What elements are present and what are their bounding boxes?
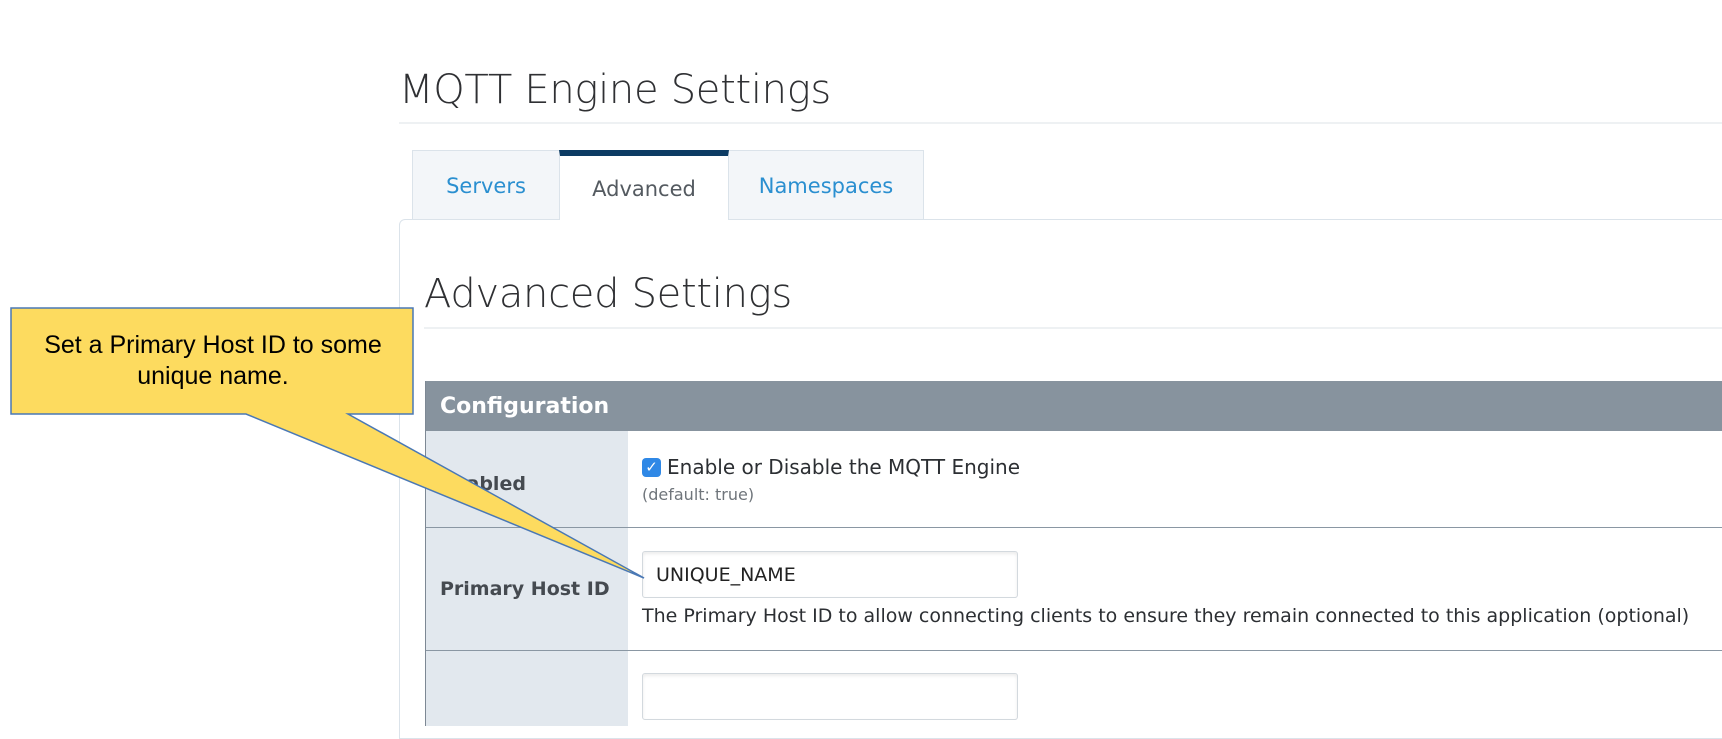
section-divider <box>424 327 1722 329</box>
tab-servers[interactable]: Servers <box>412 150 560 220</box>
enabled-checkbox-label[interactable]: Enable or Disable the MQTT Engine <box>667 455 1020 479</box>
title-divider <box>399 122 1722 124</box>
tab-namespaces[interactable]: Namespaces <box>728 150 924 220</box>
next-setting-row <box>426 651 1722 726</box>
primary-host-id-help-text: The Primary Host ID to allow connecting … <box>642 605 1690 627</box>
callout-text: Set a Primary Host ID to some unique nam… <box>44 331 382 390</box>
configuration-table: Configuration Enabled ✓ Enable or Disabl… <box>425 381 1722 726</box>
tab-advanced[interactable]: Advanced <box>559 150 729 220</box>
primary-host-id-row: Primary Host ID The Primary Host ID to a… <box>426 528 1722 651</box>
enabled-checkbox-line[interactable]: ✓ Enable or Disable the MQTT Engine <box>642 455 1722 479</box>
primary-host-id-label: Primary Host ID <box>426 528 628 650</box>
enabled-label: Enabled <box>426 431 628 527</box>
checkmark-icon[interactable]: ✓ <box>642 457 661 477</box>
enabled-default-text: (default: true) <box>642 485 755 504</box>
primary-host-id-input[interactable] <box>642 551 1018 598</box>
primary-host-id-value: The Primary Host ID to allow connecting … <box>628 528 1722 650</box>
enabled-value: ✓ Enable or Disable the MQTT Engine (def… <box>628 431 1722 527</box>
page-title: MQTT Engine Settings <box>399 67 831 113</box>
next-setting-input[interactable] <box>642 673 1018 720</box>
tab-bar: Servers Advanced Namespaces <box>412 150 924 220</box>
configuration-header: Configuration <box>426 381 1722 431</box>
section-title: Advanced Settings <box>424 271 792 317</box>
enabled-row: Enabled ✓ Enable or Disable the MQTT Eng… <box>426 431 1722 528</box>
next-setting-value <box>628 651 1722 726</box>
next-setting-label <box>426 651 628 726</box>
